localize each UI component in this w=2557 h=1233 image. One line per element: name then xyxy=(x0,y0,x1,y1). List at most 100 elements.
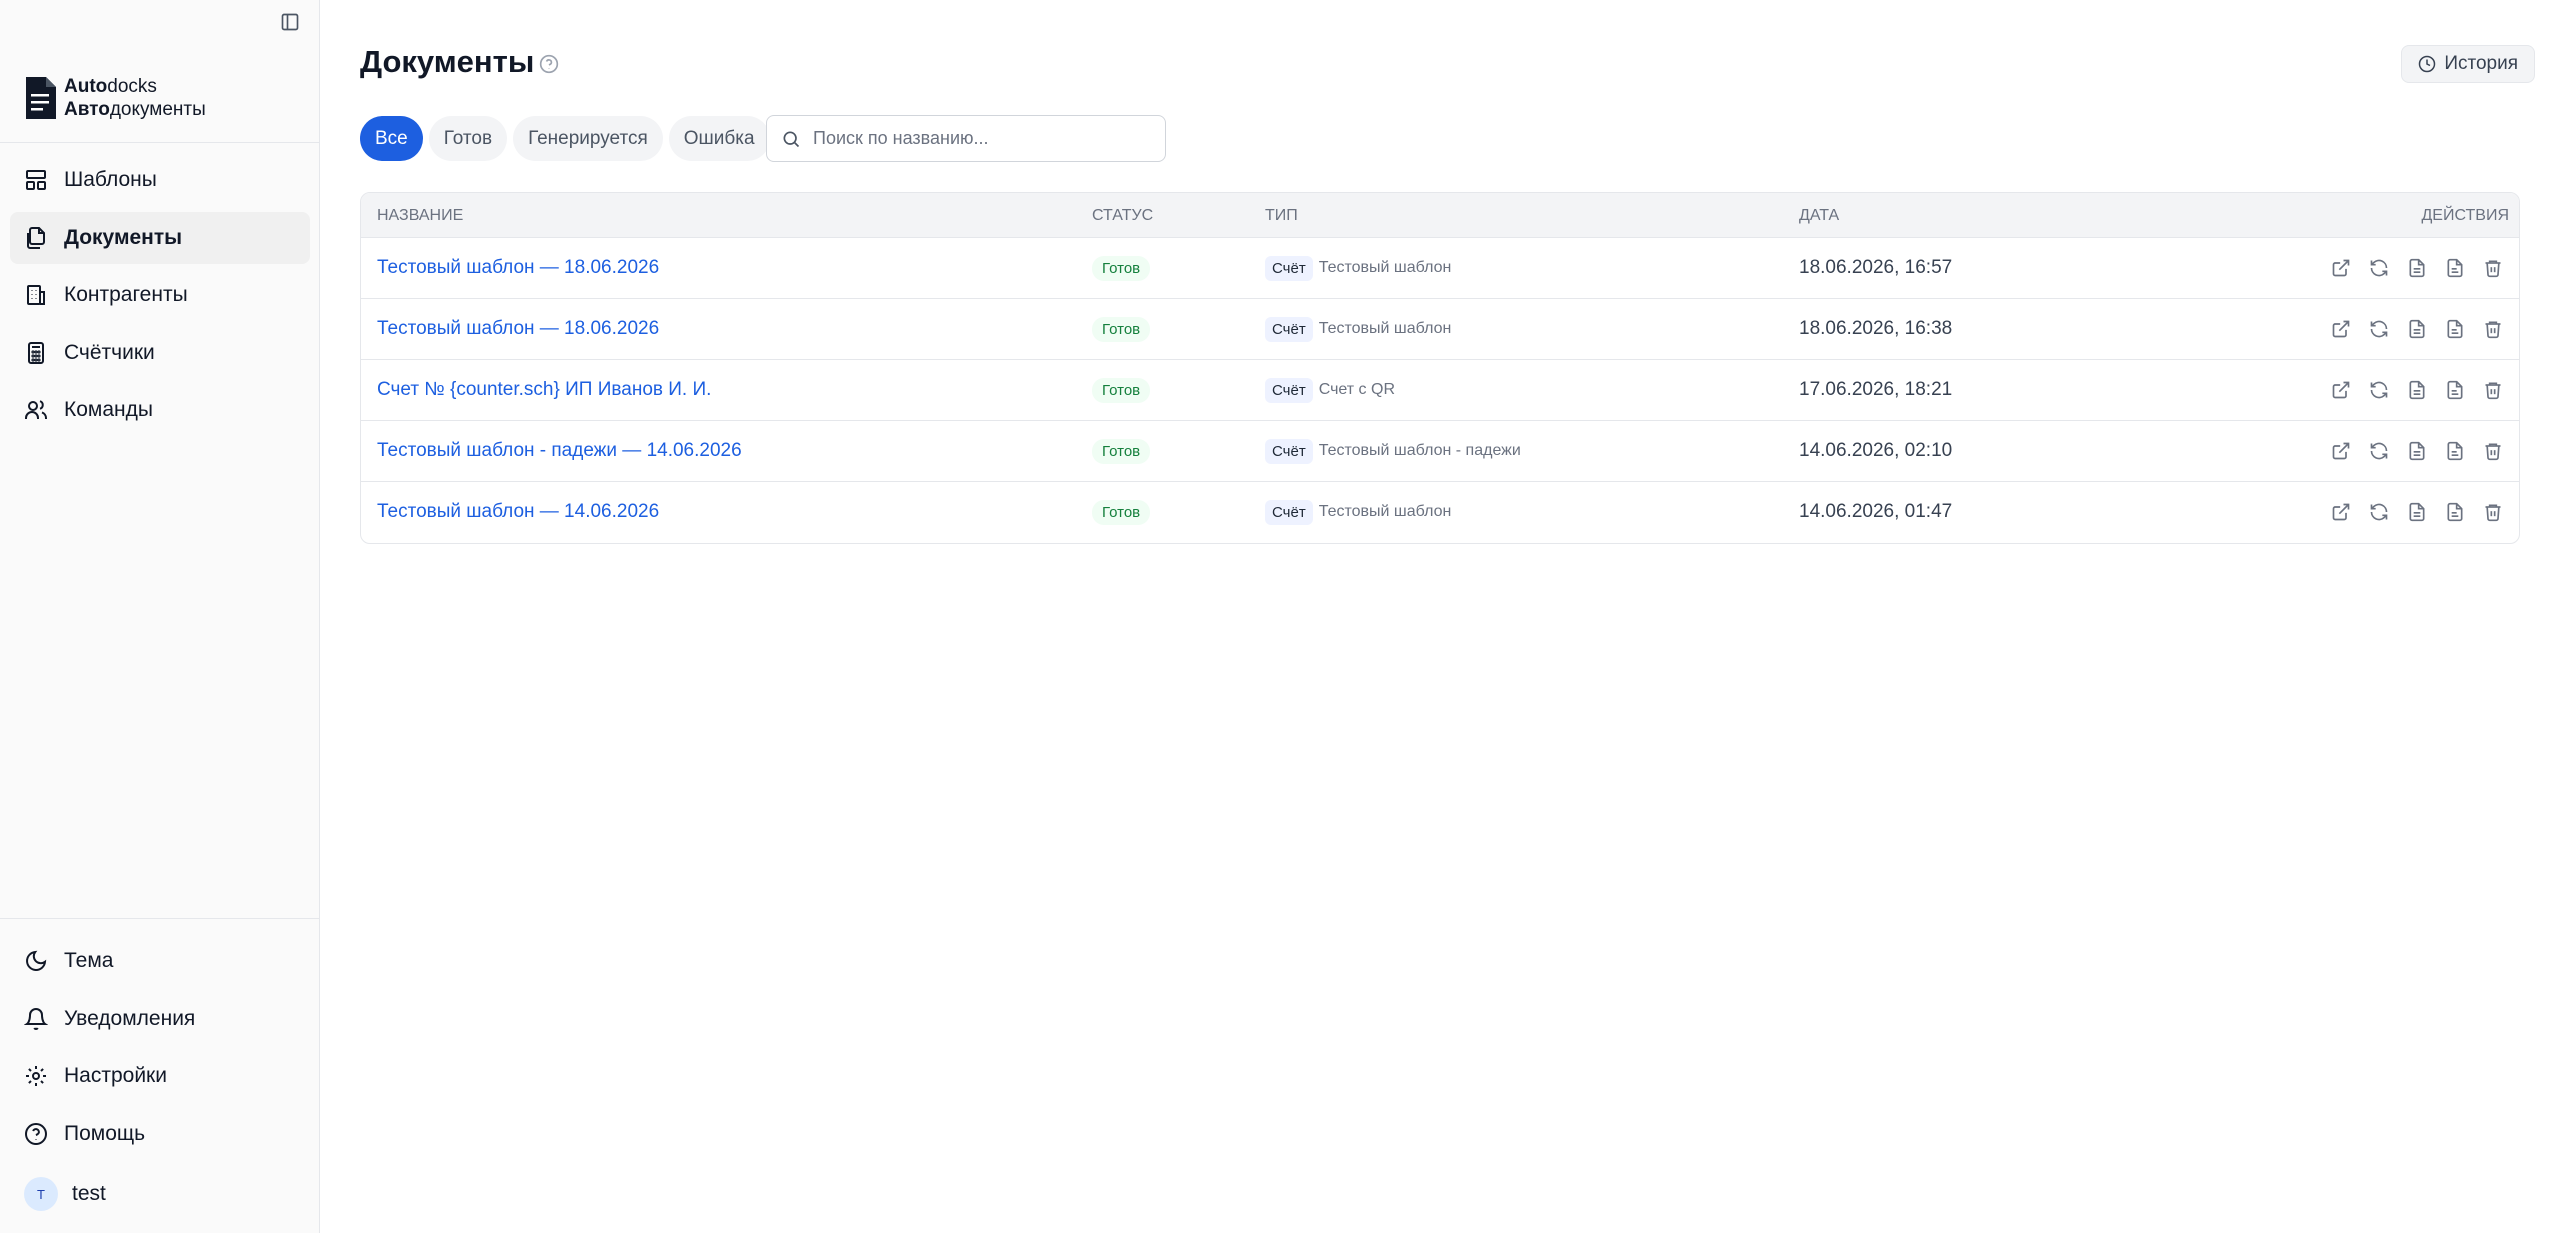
download-docx-button[interactable] xyxy=(2405,500,2429,524)
file-text-icon xyxy=(2407,319,2427,339)
history-button[interactable]: История xyxy=(2401,45,2535,83)
row-actions xyxy=(2329,299,2505,359)
open-button[interactable] xyxy=(2329,378,2353,402)
date-cell: 18.06.2026, 16:57 xyxy=(1799,257,1953,278)
download-docx-button[interactable] xyxy=(2405,317,2429,341)
sidebar-item-label: Шаблоны xyxy=(64,168,157,191)
sidebar-item-documents[interactable]: Документы xyxy=(10,211,310,264)
logo-document-icon xyxy=(26,77,56,119)
avatar: T xyxy=(24,1177,58,1211)
app-logo[interactable]: Autodocks Автодокументы xyxy=(24,74,206,122)
sidebar-toggle-button[interactable] xyxy=(278,10,302,34)
bell-icon xyxy=(24,1007,48,1030)
file-icon xyxy=(2445,319,2465,339)
refresh-icon xyxy=(2369,319,2389,339)
regenerate-button[interactable] xyxy=(2367,439,2391,463)
column-header-status[interactable]: Статус xyxy=(1092,207,1153,225)
row-actions xyxy=(2329,482,2505,542)
refresh-icon xyxy=(2369,502,2389,522)
regenerate-button[interactable] xyxy=(2367,256,2391,280)
regenerate-button[interactable] xyxy=(2367,500,2391,524)
regenerate-button[interactable] xyxy=(2367,317,2391,341)
sidebar-item-templates[interactable]: Шаблоны xyxy=(10,154,310,206)
help-icon[interactable] xyxy=(539,54,559,74)
sidebar-toggle-icon xyxy=(281,13,299,31)
sidebar-item-counterparties[interactable]: Контрагенты xyxy=(10,269,310,321)
delete-button[interactable] xyxy=(2481,500,2505,524)
download-docx-button[interactable] xyxy=(2405,378,2429,402)
filter-generating[interactable]: Генерируется xyxy=(513,116,663,161)
template-name: Тестовый шаблон xyxy=(1318,320,1452,337)
file-icon xyxy=(2445,380,2465,400)
status-cell: Готов xyxy=(1092,482,1151,542)
filter-ready[interactable]: Готов xyxy=(428,116,508,161)
open-button[interactable] xyxy=(2329,500,2353,524)
delete-button[interactable] xyxy=(2481,439,2505,463)
documents-icon xyxy=(27,226,45,249)
template-name: Тестовый шаблон - падежи xyxy=(1318,442,1521,459)
sidebar-item-label: Документы xyxy=(64,225,183,249)
type-badge: Счёт xyxy=(1265,499,1313,525)
template-name: Счет с QR xyxy=(1318,381,1395,398)
document-name-link[interactable]: Тестовый шаблон — 18.06.2026 xyxy=(377,238,659,298)
file-icon xyxy=(2445,441,2465,461)
type-badge: Счёт xyxy=(1265,377,1313,403)
delete-button[interactable] xyxy=(2481,256,2505,280)
column-header-type[interactable]: Тип xyxy=(1265,207,1298,225)
users-icon xyxy=(25,400,47,419)
column-header-actions: Действия xyxy=(2421,207,2509,224)
sidebar-item-label: Тема xyxy=(64,949,114,972)
status-badge: Готов xyxy=(1092,377,1151,403)
sidebar-item-label: Команды xyxy=(64,398,153,421)
download-docx-button[interactable] xyxy=(2405,256,2429,280)
download-pdf-button[interactable] xyxy=(2443,256,2467,280)
sidebar-item-teams[interactable]: Команды xyxy=(10,384,310,436)
download-pdf-button[interactable] xyxy=(2443,500,2467,524)
moon-icon xyxy=(26,950,47,971)
delete-button[interactable] xyxy=(2481,317,2505,341)
table-row: Тестовый шаблон — 18.06.2026 Готов Счёт … xyxy=(361,238,2519,299)
sidebar-item-settings[interactable]: Настройки xyxy=(10,1050,310,1102)
type-cell: Счёт Тестовый шаблон xyxy=(1265,299,1451,359)
external-link-icon xyxy=(2331,319,2351,339)
file-text-icon xyxy=(2407,502,2427,522)
type-cell: Счёт Тестовый шаблон xyxy=(1265,482,1451,542)
file-icon xyxy=(2445,502,2465,522)
download-docx-button[interactable] xyxy=(2405,439,2429,463)
regenerate-button[interactable] xyxy=(2367,378,2391,402)
clock-icon xyxy=(2419,55,2436,73)
filter-all[interactable]: Все xyxy=(360,116,423,161)
user-menu[interactable]: T test xyxy=(24,1177,106,1211)
search-input[interactable] xyxy=(813,128,1143,149)
calculator-icon xyxy=(28,341,44,364)
sidebar-item-counters[interactable]: Счётчики xyxy=(10,327,310,379)
refresh-icon xyxy=(2369,258,2389,278)
type-cell: Счёт Тестовый шаблон - падежи xyxy=(1265,421,1521,481)
layout-icon xyxy=(26,170,46,190)
sidebar-item-notifications[interactable]: Уведомления xyxy=(10,993,310,1045)
open-button[interactable] xyxy=(2329,317,2353,341)
document-name-link[interactable]: Тестовый шаблон - падежи — 14.06.2026 xyxy=(377,421,742,481)
table-header: Название Статус Тип Дата Действия xyxy=(361,193,2519,238)
status-badge: Готов xyxy=(1092,499,1151,525)
document-name-link[interactable]: Счет № {counter.sch} ИП Иванов И. И. xyxy=(377,360,711,420)
open-button[interactable] xyxy=(2329,439,2353,463)
open-button[interactable] xyxy=(2329,256,2353,280)
column-header-date[interactable]: Дата xyxy=(1799,207,1839,225)
template-name: Тестовый шаблон xyxy=(1318,503,1452,520)
download-pdf-button[interactable] xyxy=(2443,317,2467,341)
filter-error[interactable]: Ошибка xyxy=(668,116,770,161)
sidebar-item-help[interactable]: Помощь xyxy=(10,1108,310,1160)
page-title: Документы xyxy=(360,44,535,79)
document-name-link[interactable]: Тестовый шаблон — 18.06.2026 xyxy=(377,299,659,359)
column-header-name[interactable]: Название xyxy=(377,207,463,225)
file-text-icon xyxy=(2407,258,2427,278)
download-pdf-button[interactable] xyxy=(2443,439,2467,463)
type-cell: Счёт Счет с QR xyxy=(1265,360,1395,420)
document-name-link[interactable]: Тестовый шаблон — 14.06.2026 xyxy=(377,482,659,542)
refresh-icon xyxy=(2369,380,2389,400)
sidebar-item-theme[interactable]: Тема xyxy=(10,935,310,987)
download-pdf-button[interactable] xyxy=(2443,378,2467,402)
table-row: Тестовый шаблон — 18.06.2026 Готов Счёт … xyxy=(361,299,2519,360)
delete-button[interactable] xyxy=(2481,378,2505,402)
